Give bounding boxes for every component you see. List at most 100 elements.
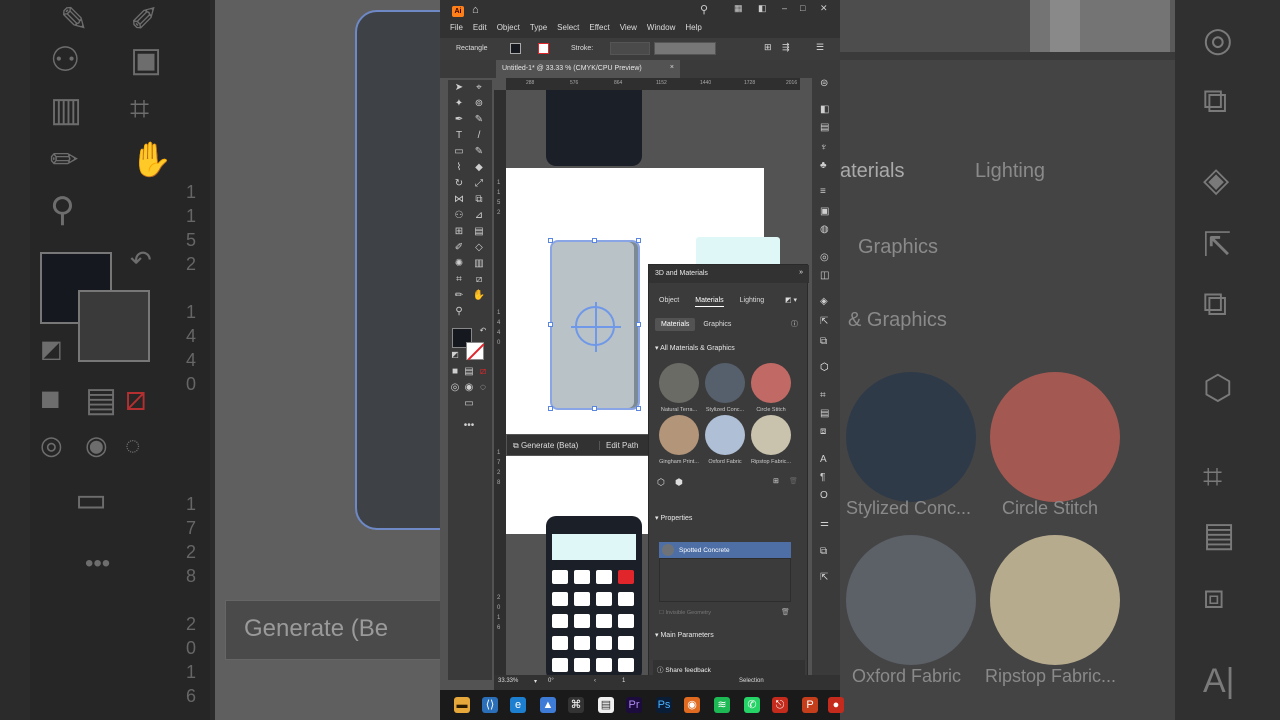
- material-natural-terra[interactable]: Natural Terra...: [657, 363, 701, 413]
- libraries-icon[interactable]: ◧: [820, 104, 829, 115]
- stroke-swatch[interactable]: [538, 43, 549, 54]
- pathfinder-icon[interactable]: ⧈: [820, 426, 826, 437]
- gradient-tool-icon[interactable]: ▤: [472, 226, 486, 237]
- puppet-icon[interactable]: ♆: [820, 142, 828, 153]
- menu-type[interactable]: Type: [530, 23, 547, 32]
- symbols-icon[interactable]: ♣: [820, 160, 827, 171]
- resize-handle[interactable]: [636, 406, 641, 411]
- links-icon[interactable]: ⧉: [820, 546, 827, 557]
- curvature-tool-icon[interactable]: ✎: [472, 114, 486, 125]
- stroke-color-box[interactable]: [466, 342, 484, 360]
- vscode-icon[interactable]: ⟨⟩: [482, 697, 498, 713]
- perspective-grid-icon[interactable]: ⊿: [472, 210, 486, 221]
- new-item-icon[interactable]: ⊞: [773, 477, 779, 485]
- menu-help[interactable]: Help: [685, 23, 701, 32]
- maximize-icon[interactable]: □: [800, 3, 805, 13]
- home-icon[interactable]: ⌂: [472, 4, 479, 16]
- stroke-icon[interactable]: ≡: [820, 186, 826, 197]
- layers-icon[interactable]: ◈: [820, 296, 828, 307]
- properties-icon[interactable]: ⚌: [820, 518, 829, 529]
- pen-tool-icon[interactable]: ✒: [452, 114, 466, 125]
- 3d-materials-icon[interactable]: ⬡: [820, 362, 829, 373]
- eraser-icon[interactable]: ◆: [472, 162, 486, 173]
- resize-handle[interactable]: [548, 322, 553, 327]
- document-tab[interactable]: Untitled-1* @ 33.33 % (CMYK/CPU Preview)…: [496, 60, 680, 78]
- spotify-icon[interactable]: ≋: [714, 697, 730, 713]
- gradient-icon[interactable]: ▣: [820, 206, 829, 217]
- photoshop-icon[interactable]: Ps: [656, 697, 672, 713]
- menu-object[interactable]: Object: [497, 23, 520, 32]
- 3d-rotation-widget[interactable]: [571, 302, 621, 352]
- premiere-icon[interactable]: Pr: [626, 697, 642, 713]
- edit-path-button[interactable]: Edit Path: [599, 441, 638, 450]
- draw-behind-icon[interactable]: ◉: [462, 382, 476, 393]
- resize-handle[interactable]: [636, 322, 641, 327]
- render-settings-icon[interactable]: ◩ ▾: [785, 296, 797, 304]
- zoom-dropdown-icon[interactable]: ▾: [534, 678, 537, 685]
- properties-section[interactable]: ▾ Properties: [655, 514, 692, 522]
- hand-tool-icon[interactable]: ✋: [472, 290, 486, 301]
- align-panel-icon[interactable]: ▤: [820, 408, 829, 419]
- direct-selection-tool-icon[interactable]: ⌖: [472, 82, 486, 93]
- selected-material-row[interactable]: Spotted Concrete: [659, 542, 791, 558]
- menu-select[interactable]: Select: [557, 23, 579, 32]
- info-icon[interactable]: ⓘ: [791, 319, 798, 329]
- whatsapp-icon[interactable]: ✆: [744, 697, 760, 713]
- close-icon[interactable]: ✕: [820, 3, 828, 14]
- opentype-icon[interactable]: O: [820, 490, 828, 501]
- tab-object[interactable]: Object: [659, 297, 679, 307]
- add-material-icon[interactable]: ⬡: [657, 477, 665, 488]
- light-rectangle[interactable]: [696, 237, 780, 267]
- material-stylized-concrete[interactable]: Stylized Conc...: [703, 363, 747, 413]
- powerpoint-icon[interactable]: P: [802, 697, 818, 713]
- draw-normal-icon[interactable]: ◎: [448, 382, 462, 393]
- resize-handle[interactable]: [548, 406, 553, 411]
- character-icon[interactable]: A: [820, 454, 827, 465]
- dark-shape-top[interactable]: [546, 90, 642, 166]
- control-menu-icon[interactable]: ☰: [816, 42, 824, 53]
- asset-export-icon[interactable]: ⇱: [820, 316, 828, 327]
- scale-tool-icon[interactable]: ⤢: [472, 178, 486, 189]
- artboards-icon[interactable]: ⧉: [820, 336, 827, 347]
- free-transform-icon[interactable]: ⧉: [472, 194, 486, 205]
- edit-toolbar-icon[interactable]: •••: [462, 420, 476, 431]
- material-ripstop-fabric[interactable]: Ripstop Fabric...: [749, 415, 793, 465]
- export-for-screens-icon[interactable]: ⇱: [820, 572, 828, 583]
- blender-icon[interactable]: ◉: [684, 697, 700, 713]
- shaper-tool-icon[interactable]: ⌇: [452, 162, 466, 173]
- none-mode-icon[interactable]: ⧄: [476, 366, 490, 377]
- rotation-value[interactable]: 0°: [548, 678, 554, 684]
- type-tool-icon[interactable]: T: [452, 130, 466, 141]
- delete-item-icon[interactable]: 🗑: [789, 477, 798, 485]
- fill-swatch[interactable]: [510, 43, 521, 54]
- delete-property-icon[interactable]: 🗑: [781, 608, 790, 616]
- mesh-tool-icon[interactable]: ⊞: [452, 226, 466, 237]
- paintbrush-icon[interactable]: ✎: [472, 146, 486, 157]
- record-icon[interactable]: ●: [828, 697, 844, 713]
- resize-handle[interactable]: [592, 238, 597, 243]
- terminal-icon[interactable]: ⌘: [568, 697, 584, 713]
- width-tool-icon[interactable]: ⋈: [452, 194, 466, 205]
- minimize-icon[interactable]: –: [782, 3, 787, 13]
- transparency-icon[interactable]: ◍: [820, 224, 829, 235]
- transform-panel-icon[interactable]: ⌗: [820, 390, 826, 401]
- menu-file[interactable]: File: [450, 23, 463, 32]
- material-oxford-fabric[interactable]: Oxford Fabric: [703, 415, 747, 465]
- material-circle-stitch[interactable]: Circle Stitch: [749, 363, 793, 413]
- pdf-reader-icon[interactable]: ⎋: [772, 697, 788, 713]
- artboard-number[interactable]: 1: [622, 678, 625, 684]
- material-gingham-print[interactable]: Gingham Print...: [657, 415, 701, 465]
- workspace-icon[interactable]: ◧: [758, 3, 767, 14]
- menu-edit[interactable]: Edit: [473, 23, 487, 32]
- segment-graphics[interactable]: Graphics: [697, 318, 737, 331]
- blend-tool-icon[interactable]: ◇: [472, 242, 486, 253]
- line-tool-icon[interactable]: /: [472, 130, 486, 141]
- lasso-icon[interactable]: ⊚: [472, 98, 486, 109]
- rotate-tool-icon[interactable]: ↻: [452, 178, 466, 189]
- appearance-icon[interactable]: ◎: [820, 252, 829, 263]
- graph-tool-icon[interactable]: ▥: [472, 258, 486, 269]
- artboard-prev-icon[interactable]: ‹: [594, 678, 596, 684]
- paragraph-icon[interactable]: ¶: [820, 472, 825, 483]
- menu-view[interactable]: View: [620, 23, 637, 32]
- close-tab-icon[interactable]: ×: [670, 64, 674, 71]
